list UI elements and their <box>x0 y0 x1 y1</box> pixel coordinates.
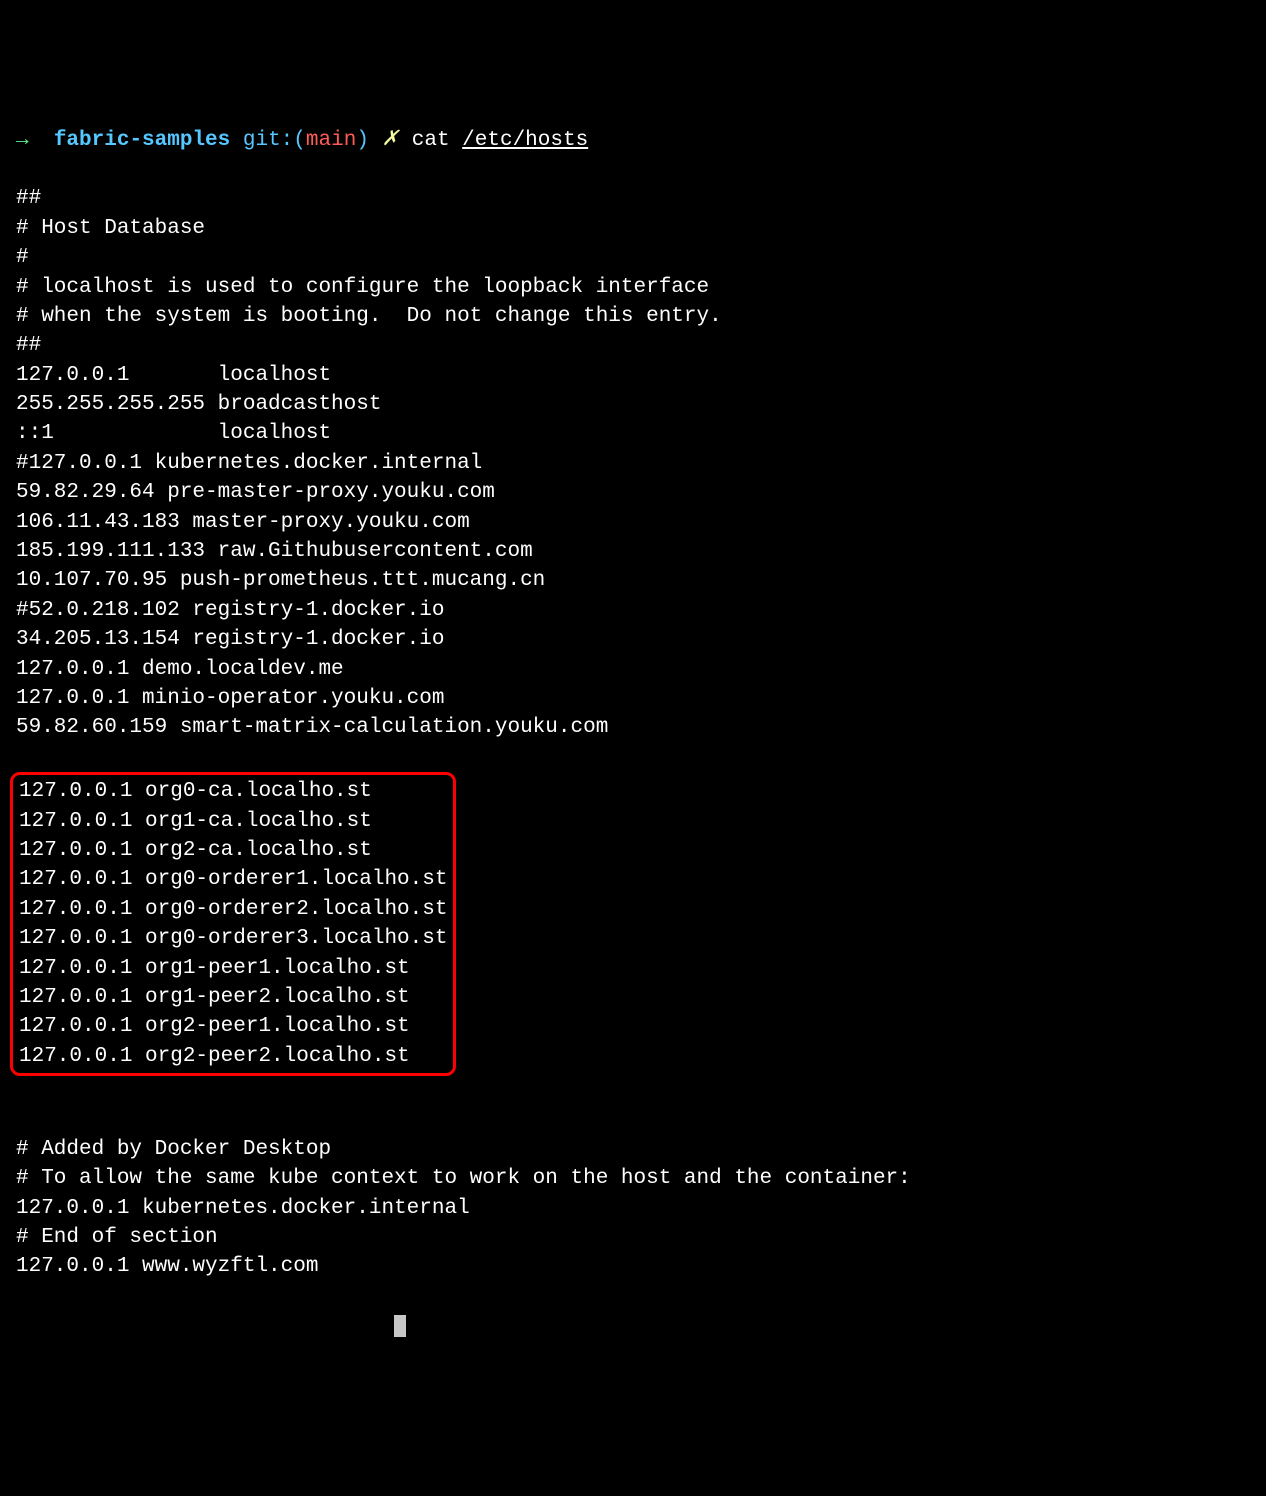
git-suffix: ) <box>356 129 369 152</box>
hosts-line: # End of section <box>16 1223 1250 1252</box>
hosts-line-highlighted: 127.0.0.1 org2-peer2.localho.st <box>19 1042 447 1071</box>
hosts-line-highlighted: 127.0.0.1 org1-ca.localho.st <box>19 807 447 836</box>
hosts-line-highlighted: 127.0.0.1 org1-peer1.localho.st <box>19 954 447 983</box>
git-branch: main <box>306 129 356 152</box>
git-prefix: git:( <box>243 129 306 152</box>
hosts-line: ::1 localhost <box>16 419 1250 448</box>
cursor-icon <box>394 1315 406 1337</box>
hosts-line: # <box>16 243 1250 272</box>
command-name: cat <box>412 129 450 152</box>
hosts-line: 185.199.111.133 raw.Githubusercontent.co… <box>16 537 1250 566</box>
hosts-line: #52.0.218.102 registry-1.docker.io <box>16 596 1250 625</box>
hosts-line: ## <box>16 184 1250 213</box>
hosts-line: 127.0.0.1 kubernetes.docker.internal <box>16 1194 1250 1223</box>
hosts-line: # Host Database <box>16 214 1250 243</box>
hosts-line: 127.0.0.1 www.wyzftl.com <box>16 1252 1250 1281</box>
command-argument: /etc/hosts <box>462 129 588 152</box>
hosts-line: # when the system is booting. Do not cha… <box>16 302 1250 331</box>
hosts-line: ## <box>16 331 1250 360</box>
hosts-line-highlighted: 127.0.0.1 org0-orderer1.localho.st <box>19 865 447 894</box>
hosts-line: 106.11.43.183 master-proxy.youku.com <box>16 508 1250 537</box>
terminal-prompt[interactable]: → fabric-samples git:(main) ✗ cat /etc/h… <box>16 126 1250 155</box>
hosts-line: #127.0.0.1 kubernetes.docker.internal <box>16 449 1250 478</box>
hosts-line: 59.82.60.159 smart-matrix-calculation.yo… <box>16 713 1250 742</box>
hosts-line-highlighted: 127.0.0.1 org0-orderer2.localho.st <box>19 895 447 924</box>
cursor-line <box>16 1311 1250 1340</box>
hosts-line: # Added by Docker Desktop <box>16 1135 1250 1164</box>
prompt-arrow: → <box>16 129 29 152</box>
git-dirty-marker: ✗ <box>382 129 400 152</box>
hosts-line: 59.82.29.64 pre-master-proxy.youku.com <box>16 478 1250 507</box>
hosts-line: 10.107.70.95 push-prometheus.ttt.mucang.… <box>16 566 1250 595</box>
hosts-line <box>16 1105 1250 1134</box>
hosts-line: 255.255.255.255 broadcasthost <box>16 390 1250 419</box>
hosts-line-highlighted: 127.0.0.1 org0-ca.localho.st <box>19 777 447 806</box>
hosts-line-highlighted: 127.0.0.1 org1-peer2.localho.st <box>19 983 447 1012</box>
output-section-after: # Added by Docker Desktop# To allow the … <box>16 1076 1250 1282</box>
hosts-line <box>16 1076 1250 1105</box>
hosts-line-highlighted: 127.0.0.1 org2-ca.localho.st <box>19 836 447 865</box>
highlighted-hosts-box: 127.0.0.1 org0-ca.localho.st127.0.0.1 or… <box>10 772 456 1076</box>
hosts-line: 127.0.0.1 minio-operator.youku.com <box>16 684 1250 713</box>
hosts-line-highlighted: 127.0.0.1 org0-orderer3.localho.st <box>19 924 447 953</box>
hosts-line: 127.0.0.1 demo.localdev.me <box>16 655 1250 684</box>
prompt-directory: fabric-samples <box>54 129 230 152</box>
hosts-line: 34.205.13.154 registry-1.docker.io <box>16 625 1250 654</box>
hosts-line: # To allow the same kube context to work… <box>16 1164 1250 1193</box>
hosts-line-highlighted: 127.0.0.1 org2-peer1.localho.st <box>19 1012 447 1041</box>
hosts-line: # localhost is used to configure the loo… <box>16 273 1250 302</box>
output-section-before: ### Host Database## localhost is used to… <box>16 184 1250 742</box>
hosts-line: 127.0.0.1 localhost <box>16 361 1250 390</box>
